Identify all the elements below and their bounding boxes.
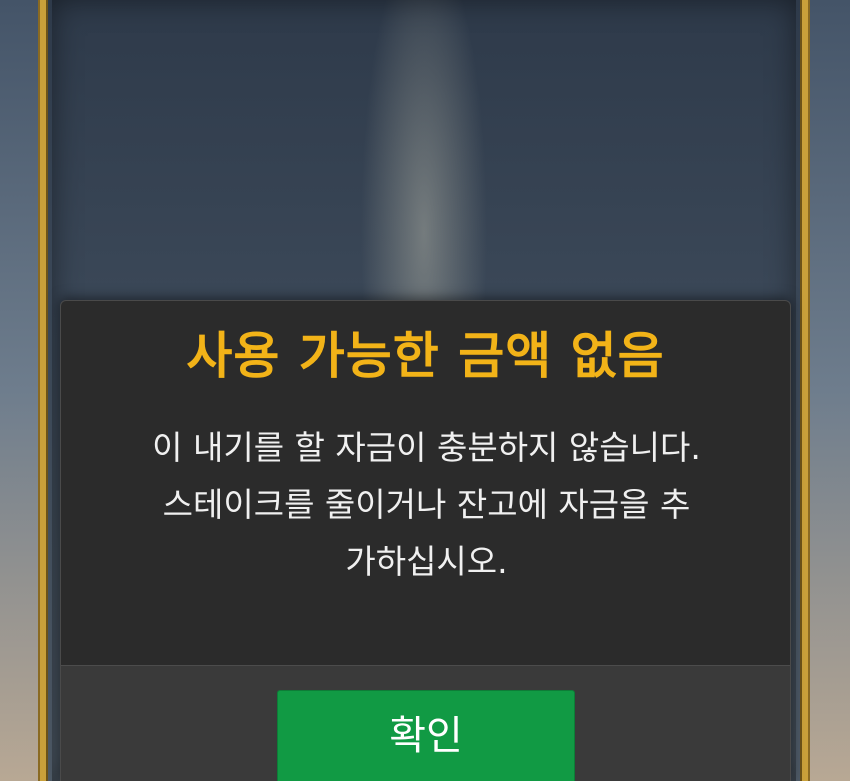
dialog-message-line: 스테이크를 줄이거나 잔고에 자금을 추 (162, 485, 691, 524)
dialog-title: 사용 가능한 금액 없음 (186, 327, 665, 385)
confirm-button[interactable]: 확인 (277, 690, 575, 781)
game-scene: 사용 가능한 금액 없음 이 내기를 할 자금이 충분하지 않습니다. 스테이크… (0, 0, 850, 781)
dialog-message-line: 이 내기를 할 자금이 충분하지 않습니다. (152, 428, 701, 467)
dialog-footer: 확인 (61, 665, 790, 781)
dialog-message-line: 가하십시오. (345, 542, 508, 581)
dialog-message: 이 내기를 할 자금이 충분하지 않습니다. 스테이크를 줄이거나 잔고에 자금… (91, 419, 762, 590)
insufficient-funds-dialog: 사용 가능한 금액 없음 이 내기를 할 자금이 충분하지 않습니다. 스테이크… (60, 300, 791, 781)
